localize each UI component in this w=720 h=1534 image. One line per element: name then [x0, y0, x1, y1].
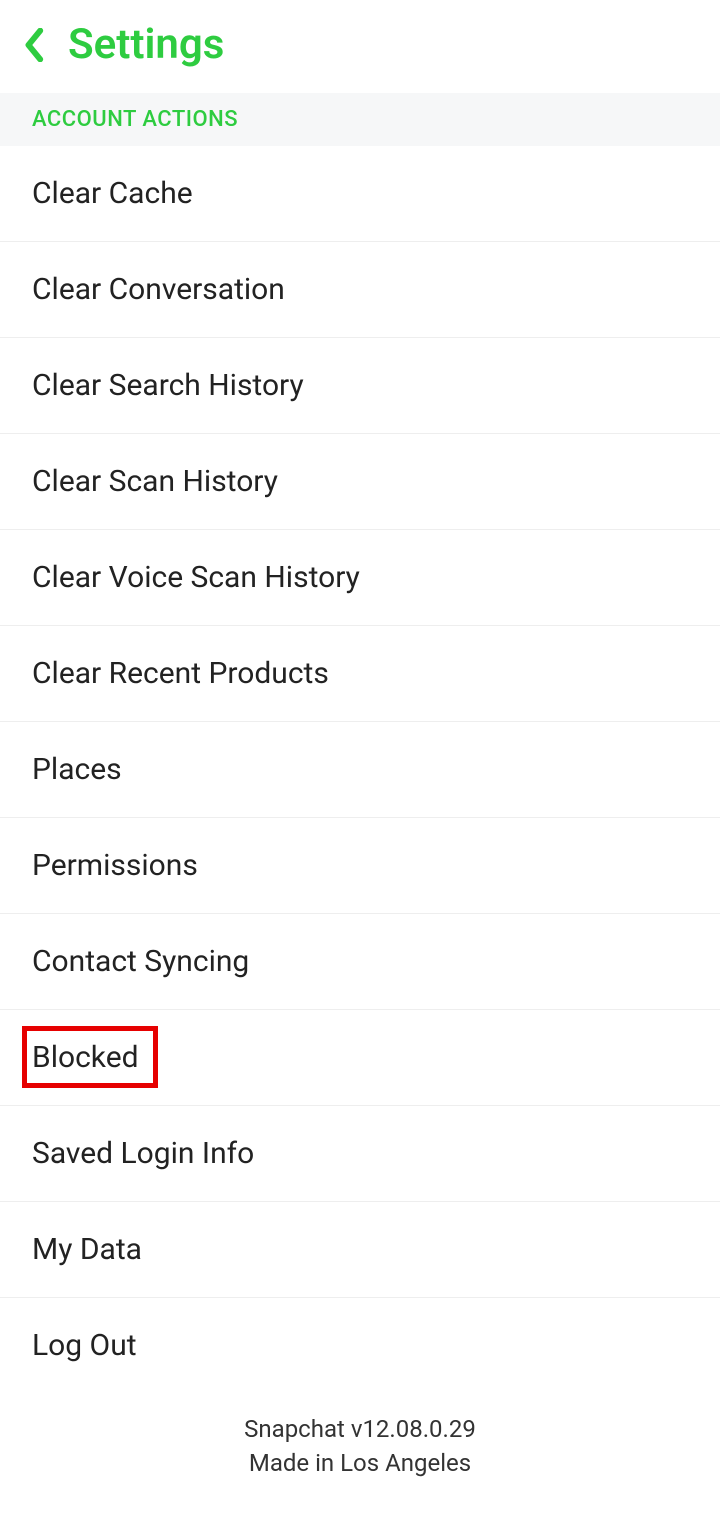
- list-item-log-out[interactable]: Log Out: [0, 1298, 720, 1393]
- list-item-my-data[interactable]: My Data: [0, 1202, 720, 1298]
- list-item-label: Saved Login Info: [32, 1136, 254, 1171]
- list-item-contact-syncing[interactable]: Contact Syncing: [0, 914, 720, 1010]
- list-item-label: My Data: [32, 1232, 142, 1267]
- list-item-label: Log Out: [32, 1328, 137, 1363]
- list-item-clear-recent-products[interactable]: Clear Recent Products: [0, 626, 720, 722]
- list-item-label: Places: [32, 752, 122, 787]
- footer-version: Snapchat v12.08.0.29: [0, 1413, 720, 1447]
- footer-made-in: Made in Los Angeles: [0, 1447, 720, 1481]
- list-item-clear-conversation[interactable]: Clear Conversation: [0, 242, 720, 338]
- list-item-clear-search-history[interactable]: Clear Search History: [0, 338, 720, 434]
- page-title: Settings: [68, 20, 224, 69]
- list-item-label: Clear Scan History: [32, 464, 278, 499]
- list-item-label: Clear Cache: [32, 176, 193, 211]
- list-item-label: Clear Conversation: [32, 272, 285, 307]
- list-item-saved-login-info[interactable]: Saved Login Info: [0, 1106, 720, 1202]
- list-item-clear-cache[interactable]: Clear Cache: [0, 146, 720, 242]
- list-item-label: Clear Search History: [32, 368, 304, 403]
- list-item-clear-voice-scan-history[interactable]: Clear Voice Scan History: [0, 530, 720, 626]
- list-item-label: Clear Recent Products: [32, 656, 329, 691]
- footer: Snapchat v12.08.0.29 Made in Los Angeles: [0, 1393, 720, 1510]
- settings-list: Clear Cache Clear Conversation Clear Sea…: [0, 146, 720, 1393]
- section-header-account-actions: ACCOUNT ACTIONS: [0, 93, 720, 146]
- list-item-label: Permissions: [32, 848, 198, 883]
- list-item-clear-scan-history[interactable]: Clear Scan History: [0, 434, 720, 530]
- header-bar: Settings: [0, 0, 720, 93]
- back-chevron-icon[interactable]: [24, 28, 46, 62]
- list-item-blocked[interactable]: Blocked: [0, 1010, 720, 1106]
- list-item-label: Contact Syncing: [32, 944, 249, 979]
- list-item-places[interactable]: Places: [0, 722, 720, 818]
- list-item-label: Clear Voice Scan History: [32, 560, 360, 595]
- list-item-permissions[interactable]: Permissions: [0, 818, 720, 914]
- list-item-label: Blocked: [32, 1040, 139, 1075]
